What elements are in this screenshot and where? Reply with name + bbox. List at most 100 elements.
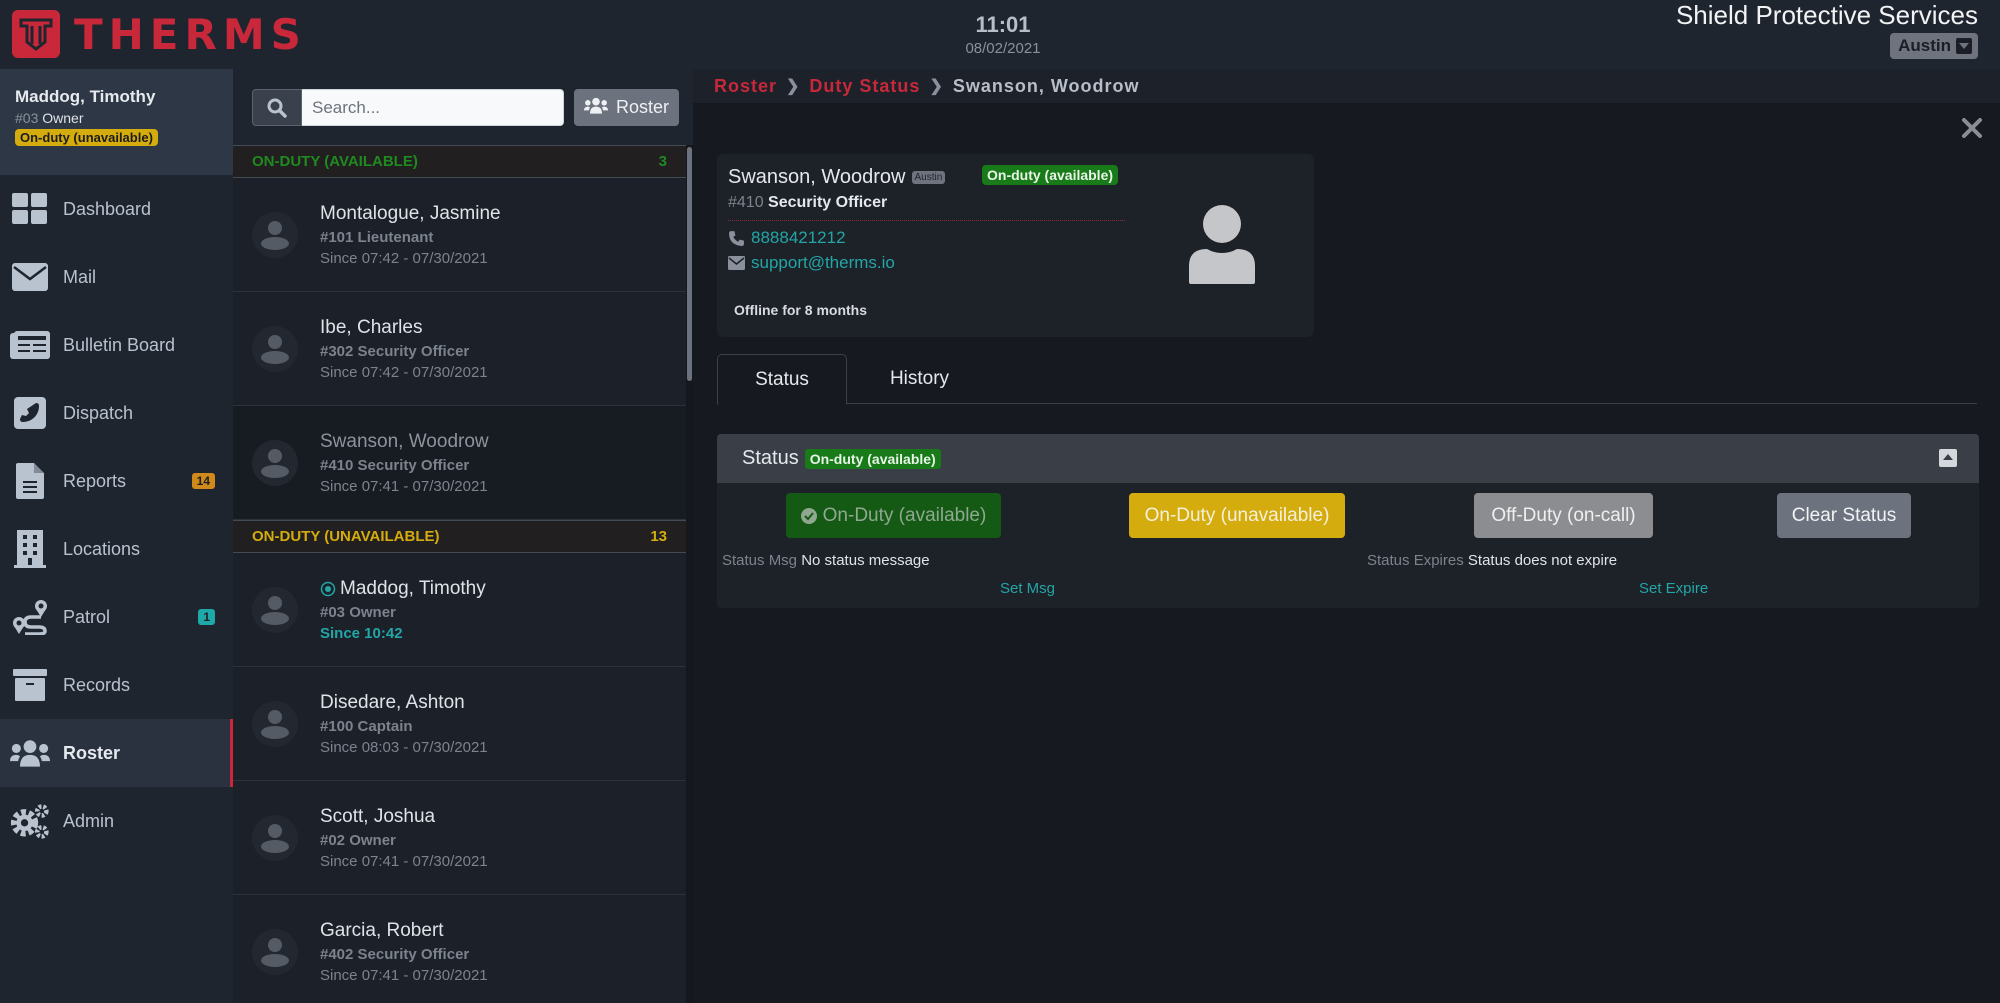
profile-last-seen: Offline for 8 months xyxy=(734,302,867,318)
users-icon xyxy=(584,97,608,119)
roster-scrollbar[interactable] xyxy=(686,145,693,1003)
roster-person-row-selected[interactable]: Swanson, Woodrow #410 Security Officer S… xyxy=(233,406,686,520)
roster-person-row[interactable]: Disedare, Ashton #100 Captain Since 08:0… xyxy=(233,667,686,781)
avatar xyxy=(252,211,298,258)
sidebar-item-admin[interactable]: Admin xyxy=(0,787,233,855)
person-role: #100 Captain xyxy=(320,717,413,735)
sidebar-item-label: Locations xyxy=(63,538,141,559)
reports-count-badge: 14 xyxy=(191,473,215,489)
group-count: 13 xyxy=(650,528,667,545)
users-icon xyxy=(10,733,50,773)
newspaper-icon xyxy=(10,325,50,365)
tabs: Status History xyxy=(717,354,1977,405)
sidebar-item-dashboard[interactable]: Dashboard xyxy=(0,175,233,243)
sidebar-item-roster[interactable]: Roster xyxy=(0,719,233,787)
roster-person-row[interactable]: Scott, Joshua #02 Owner Since 07:41 - 07… xyxy=(233,781,686,895)
caret-down-icon xyxy=(1956,38,1972,54)
cogs-icon xyxy=(10,801,50,841)
group-title: ON-DUTY (AVAILABLE) xyxy=(252,153,418,170)
roster-button[interactable]: Roster xyxy=(574,89,680,126)
brand-name: THERMS xyxy=(74,9,307,59)
sidebar-item-label: Mail xyxy=(63,266,97,287)
person-since: Since 07:41 - 07/30/2021 xyxy=(320,477,488,495)
breadcrumb: Roster ❯ Duty Status ❯ Swanson, Woodrow xyxy=(693,69,2000,103)
on-duty-unavailable-button[interactable]: On-Duty (unavailable) xyxy=(1129,493,1345,538)
group-header-available[interactable]: ON-DUTY (AVAILABLE) 3 xyxy=(233,145,686,178)
branch-dropdown[interactable]: Austin xyxy=(1890,33,1978,59)
sidebar-item-label: Dispatch xyxy=(63,402,134,423)
person-role: #03 Owner xyxy=(320,603,396,621)
avatar xyxy=(252,814,298,861)
close-icon[interactable] xyxy=(1960,116,1984,140)
group-header-unavailable[interactable]: ON-DUTY (UNAVAILABLE) 13 xyxy=(233,520,686,553)
breadcrumb-duty-status[interactable]: Duty Status xyxy=(809,76,920,97)
profile-email-link[interactable]: support@therms.io xyxy=(728,253,895,273)
breadcrumb-current: Swanson, Woodrow xyxy=(952,75,1140,96)
person-role: #02 Owner xyxy=(320,831,396,849)
person-role: #101 Lieutenant xyxy=(320,228,434,246)
clear-status-button[interactable]: Clear Status xyxy=(1777,493,1911,538)
sidebar-item-label: Roster xyxy=(63,742,121,763)
avatar xyxy=(252,439,298,486)
scrollbar-thumb[interactable] xyxy=(687,147,692,381)
group-title: ON-DUTY (UNAVAILABLE) xyxy=(252,528,440,545)
roster-person-row[interactable]: Maddog, Timothy #03 Owner Since 10:42 xyxy=(233,553,686,667)
person-role: #302 Security Officer xyxy=(320,342,470,360)
phone-icon xyxy=(729,230,744,246)
tab-status[interactable]: Status xyxy=(717,354,847,405)
current-user-card[interactable]: Maddog, Timothy #03 Owner On-duty (unava… xyxy=(0,69,233,175)
profile-phone-link[interactable]: 8888421212 xyxy=(728,228,846,248)
divider xyxy=(728,220,1125,221)
current-user-role: #03 Owner xyxy=(15,110,84,126)
branch-tag: Austin xyxy=(911,171,946,184)
chevron-right-icon: ❯ xyxy=(786,78,801,95)
current-status-badge: On-duty (available) xyxy=(804,448,941,469)
avatar xyxy=(252,928,298,975)
avatar xyxy=(252,586,298,633)
set-msg-link[interactable]: Set Msg xyxy=(1000,580,1055,597)
mail-icon xyxy=(10,257,50,297)
sidebar-item-dispatch[interactable]: Dispatch xyxy=(0,379,233,447)
sidebar-item-mail[interactable]: Mail xyxy=(0,243,233,311)
breadcrumb-roster[interactable]: Roster xyxy=(714,76,777,97)
off-duty-on-call-button[interactable]: Off-Duty (on-call) xyxy=(1474,493,1653,538)
sidebar-item-reports[interactable]: Reports 14 xyxy=(0,447,233,515)
person-role: #410 Security Officer xyxy=(320,456,470,474)
profile-photo-placeholder-icon xyxy=(1187,204,1257,289)
sidebar-item-locations[interactable]: Locations xyxy=(0,515,233,583)
profile-status-badge: On-duty (available) xyxy=(982,165,1119,185)
person-name: Montalogue, Jasmine xyxy=(320,202,501,224)
person-name: Swanson, Woodrow xyxy=(320,430,489,452)
status-panel-header: Status On-duty (available) xyxy=(717,434,1979,483)
on-duty-available-button[interactable]: On-Duty (available) xyxy=(786,493,1001,538)
clock-date: 08/02/2021 xyxy=(965,40,1041,57)
roster-person-row[interactable]: Montalogue, Jasmine #101 Lieutenant Sinc… xyxy=(233,178,686,292)
person-name: Ibe, Charles xyxy=(320,316,423,338)
file-icon xyxy=(10,461,50,501)
group-count: 3 xyxy=(658,153,667,170)
collapse-icon[interactable] xyxy=(1939,449,1957,467)
sidebar-item-label: Records xyxy=(63,674,131,695)
tab-history[interactable]: History xyxy=(847,354,992,404)
set-expire-link[interactable]: Set Expire xyxy=(1639,580,1708,597)
envelope-icon xyxy=(728,256,745,270)
person-since: Since 07:42 - 07/30/2021 xyxy=(320,249,488,267)
roster-person-row[interactable]: Garcia, Robert #402 Security Officer Sin… xyxy=(233,895,686,1003)
search-input[interactable] xyxy=(302,89,564,126)
sidebar-item-label: Patrol xyxy=(63,606,111,627)
company-name: Shield Protective Services xyxy=(1675,0,1978,30)
patrol-count-badge: 1 xyxy=(198,609,215,625)
sidebar-item-patrol[interactable]: Patrol 1 xyxy=(0,583,233,651)
roster-button-label: Roster xyxy=(616,97,670,117)
current-user-status-badge: On-duty (unavailable) xyxy=(15,129,158,146)
sidebar-item-label: Dashboard xyxy=(63,198,152,219)
search-icon[interactable] xyxy=(252,89,302,126)
sidebar-item-records[interactable]: Records xyxy=(0,651,233,719)
sidebar: Maddog, Timothy #03 Owner On-duty (unava… xyxy=(0,69,233,1003)
main-content: Roster ❯ Duty Status ❯ Swanson, Woodrow … xyxy=(693,69,2000,1003)
sidebar-item-bulletin-board[interactable]: Bulletin Board xyxy=(0,311,233,379)
roster-person-row[interactable]: Ibe, Charles #302 Security Officer Since… xyxy=(233,292,686,406)
archive-icon xyxy=(10,665,50,705)
person-since: Since 07:42 - 07/30/2021 xyxy=(320,363,488,381)
therms-logo[interactable]: THERMS xyxy=(12,9,307,59)
